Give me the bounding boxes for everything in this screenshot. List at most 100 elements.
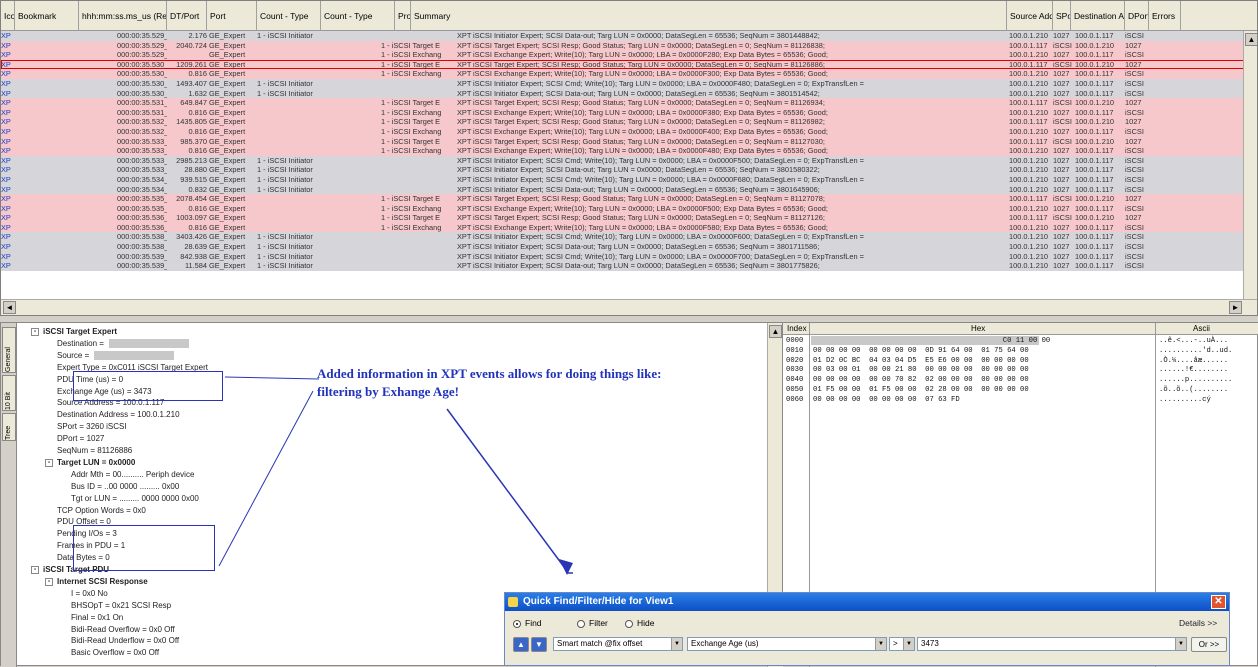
- table-row[interactable]: XP 000:00:35.530_971 1493.407GE_Expert 1 - …: [1, 78, 1257, 89]
- table-row[interactable]: XP 000:00:35.530_759 1209.261GE_Expert 1 - …: [1, 59, 1257, 70]
- or-button[interactable]: Or >>: [1191, 637, 1227, 652]
- table-row[interactable]: XP 000:00:35.534_927 0.832GE_Expert 1 - iSC…: [1, 184, 1257, 195]
- column-header[interactable]: Bookmark: [15, 1, 79, 31]
- value-input[interactable]: 3473 ▼: [917, 637, 1187, 651]
- column-header[interactable]: Ico: [1, 1, 15, 31]
- column-header[interactable]: Errors: [1149, 1, 1181, 31]
- column-header[interactable]: Count - Type: [321, 1, 395, 31]
- cell-src: 100.0.1.117: [1009, 98, 1048, 108]
- app-icon: [508, 597, 518, 607]
- cell-ico: XP: [1, 69, 11, 79]
- column-header[interactable]: DT/Port: [167, 1, 207, 31]
- find-next-button[interactable]: ▼: [531, 637, 547, 652]
- cell-src: 100.0.1.117: [1009, 59, 1048, 69]
- cell-src: 100.0.1.117: [1009, 117, 1048, 127]
- table-row[interactable]: XP 000:00:35.538_359 28.639GE_Expert 1 - iS…: [1, 242, 1257, 252]
- table-row[interactable]: XP 000:00:35.533_833 0.816GE_Expert 1 - iSC…: [1, 146, 1257, 156]
- table-row[interactable]: XP 000:00:35.535_912 0.816GE_Expert 1 - iSC…: [1, 203, 1257, 214]
- cell-dt: 0.816: [188, 146, 208, 156]
- field-select[interactable]: Exchange Age (us) ▼: [687, 637, 887, 651]
- cell-src: 100.0.1.210: [1009, 78, 1049, 88]
- cell-summary: iSCSI Initiator Expert; SCSI Cmd; Write(…: [473, 155, 864, 165]
- table-row[interactable]: XP 000:00:35.529_549 GE_Expert 1 - iSCSI Ex…: [1, 50, 1257, 60]
- table-row[interactable]: XP 000:00:35.533_986 28.880GE_Expert 1 - iS…: [1, 165, 1257, 175]
- table-row[interactable]: XP 000:00:35.532_847 0.816GE_Expert 1 - iSC…: [1, 126, 1257, 137]
- cell-port: GE_Expert: [209, 184, 246, 194]
- table-row[interactable]: XP 000:00:35.536_915 1003.097GE_Expert 1 - …: [1, 213, 1257, 223]
- cell-sport: 1027: [1053, 155, 1070, 165]
- grid-vertical-scrollbar[interactable]: ▲: [1243, 31, 1257, 299]
- details-link[interactable]: Details >>: [1179, 618, 1217, 628]
- quick-find-titlebar[interactable]: Quick Find/Filter/Hide for View1 ✕: [505, 593, 1229, 611]
- table-row[interactable]: XP 000:00:35.531_409 649.847GE_Expert 1 - i…: [1, 98, 1257, 108]
- grid-horizontal-scrollbar[interactable]: ◄ ►: [1, 299, 1257, 315]
- cell-c1: 1 - iSCSI Initiator: [257, 174, 313, 184]
- table-row[interactable]: XP 000:00:35.533_832 985.370GE_Expert 1 - i…: [1, 136, 1257, 147]
- scroll-up-icon[interactable]: ▲: [769, 325, 782, 338]
- cell-proto: XPT: [457, 40, 472, 50]
- table-row[interactable]: XP 000:00:35.539_202 842.938GE_Expert 1 - i…: [1, 251, 1257, 262]
- cell-src: 100.0.1.210: [1009, 165, 1049, 175]
- cell-proto: XPT: [457, 213, 472, 223]
- hex-ascii: ......p..........: [1159, 376, 1233, 385]
- hex-offset: 0010: [786, 346, 804, 355]
- cell-time: 000:00:35.536_916: [117, 222, 167, 232]
- cell-summary: iSCSI Target Expert; SCSI Resp; Good Sta…: [473, 59, 825, 69]
- table-row[interactable]: XP 000:00:35.529_549 2040.724GE_Expert 1 - …: [1, 40, 1257, 51]
- scroll-up-icon[interactable]: ▲: [1245, 33, 1257, 46]
- column-header[interactable]: Port: [207, 1, 257, 31]
- column-header[interactable]: Destination Ad: [1071, 1, 1125, 31]
- cell-time: 000:00:35.529_477: [117, 31, 167, 40]
- find-previous-button[interactable]: ▲: [513, 637, 529, 652]
- cell-c1: 1 - iSCSI Initiator: [257, 31, 313, 40]
- cell-sport: 1027: [1053, 165, 1070, 175]
- column-header[interactable]: SPort: [1053, 1, 1071, 31]
- cell-summary: iSCSI Exchange Expert; Write(10); Targ L…: [473, 107, 828, 117]
- cell-src: 100.0.1.210: [1009, 184, 1049, 194]
- table-row[interactable]: XP 000:00:35.534_926 939.515GE_Expert 1 - i…: [1, 174, 1257, 185]
- hex-offset: 0000: [786, 337, 804, 345]
- table-row[interactable]: XP 000:00:35.538_330 3403.426GE_Expert 1 - …: [1, 232, 1257, 243]
- table-row[interactable]: XP 000:00:35.535_911 2078.454GE_Expert 1 - …: [1, 194, 1257, 204]
- cell-dt: 0.816: [188, 203, 208, 213]
- cell-summary: iSCSI Initiator Expert; SCSI Data-out; T…: [473, 88, 820, 98]
- table-row[interactable]: XP 000:00:35.533_957 2985.213GE_Expert 1 - …: [1, 155, 1257, 166]
- operator-select[interactable]: > ▼: [889, 637, 915, 651]
- cell-dt: 1493.407: [176, 78, 207, 88]
- cell-time: 000:00:35.533_986: [117, 165, 167, 175]
- cell-ico: XP: [1, 261, 11, 271]
- cell-dst: 100.0.1.117: [1075, 69, 1114, 79]
- cell-sport: 1027: [1053, 203, 1070, 213]
- radio-find[interactable]: Find: [513, 618, 542, 628]
- column-header[interactable]: Summary: [411, 1, 1007, 31]
- cell-c1: 1 - iSCSI Initiator: [257, 232, 313, 242]
- table-row[interactable]: XP 000:00:35.530_972 1.632GE_Expert 1 - iSC…: [1, 88, 1257, 99]
- column-header[interactable]: Count - Type: [257, 1, 321, 31]
- scroll-right-icon[interactable]: ►: [1229, 301, 1242, 314]
- table-row[interactable]: XP 000:00:35.539_213 11.584GE_Expert 1 - iS…: [1, 261, 1257, 271]
- column-header[interactable]: hhh:mm:ss.ms_us (Rel): [79, 1, 167, 31]
- cell-port: GE_Expert: [209, 203, 246, 213]
- hex-ascii: ..ê.<...-..uÀ...: [1159, 337, 1229, 345]
- table-row[interactable]: XP 000:00:35.529_477 2.176GE_Expert 1 - iSC…: [1, 31, 1257, 41]
- cell-dt: 2078.454: [176, 194, 207, 204]
- radio-filter[interactable]: Filter: [577, 618, 608, 628]
- table-row[interactable]: XP 000:00:35.530_759 0.816GE_Expert 1 - iSC…: [1, 69, 1257, 79]
- event-grid[interactable]: Ico Bookmark hhh:mm:ss.ms_us (Rel) DT/Port P…: [0, 0, 1258, 316]
- cell-ico: XP: [1, 242, 11, 252]
- table-row[interactable]: XP 000:00:35.531_410 0.816GE_Expert 1 - iSC…: [1, 107, 1257, 118]
- radio-hide[interactable]: Hide: [625, 618, 654, 628]
- cell-proto: XPT: [457, 69, 472, 79]
- table-row[interactable]: XP 000:00:35.532_846 1435.805GE_Expert 1 - …: [1, 117, 1257, 127]
- column-header[interactable]: Source Addre: [1007, 1, 1053, 31]
- column-header[interactable]: DPort: [1125, 1, 1149, 31]
- close-icon[interactable]: ✕: [1211, 595, 1226, 609]
- cell-dst: 100.0.1.210: [1075, 136, 1115, 146]
- table-row[interactable]: XP 000:00:35.536_916 0.816GE_Expert 1 - iSC…: [1, 222, 1257, 233]
- match-mode-select[interactable]: Smart match @fix offset ▼: [553, 637, 683, 651]
- cell-time: 000:00:35.532_847: [117, 126, 167, 136]
- scroll-left-icon[interactable]: ◄: [3, 301, 16, 314]
- cell-dst: 100.0.1.117: [1075, 165, 1114, 175]
- cell-dst: 100.0.1.210: [1075, 98, 1115, 108]
- column-header[interactable]: Protoc: [395, 1, 411, 31]
